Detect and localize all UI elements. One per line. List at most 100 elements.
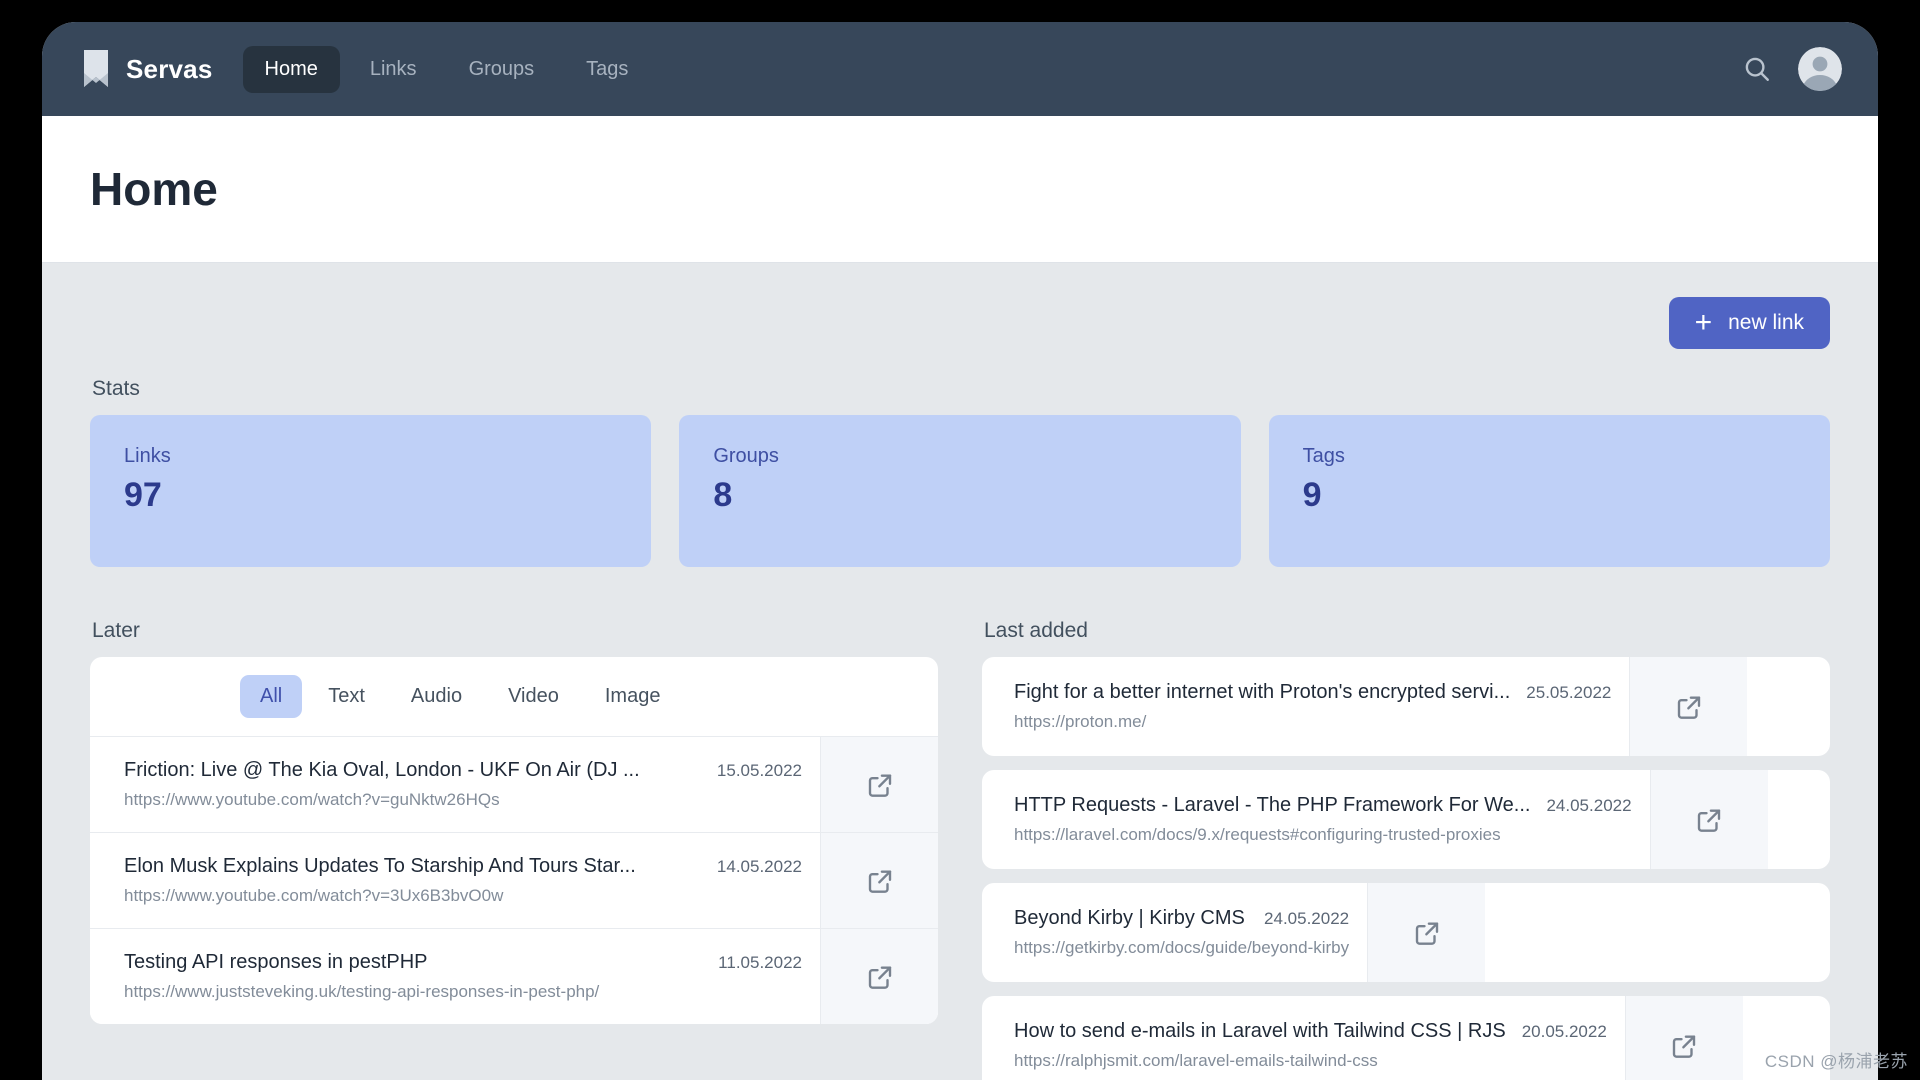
open-external-button[interactable] <box>1367 883 1486 982</box>
stat-label: Groups <box>713 445 779 467</box>
nav-links: Home Links Groups Tags <box>242 45 651 93</box>
tab-text[interactable]: Text <box>308 675 385 718</box>
stat-value: 8 <box>713 476 733 514</box>
list-item-url: https://laravel.com/docs/9.x/requests#co… <box>1014 825 1501 844</box>
open-external-button[interactable] <box>820 929 938 1024</box>
last-added-list: Fight for a better internet with Proton'… <box>982 657 1830 1080</box>
stat-label: Tags <box>1302 445 1345 467</box>
stat-value: 97 <box>124 476 162 514</box>
nav-link-home[interactable]: Home <box>242 45 340 93</box>
stat-card-tags[interactable]: Tags 9 <box>1268 415 1830 567</box>
external-link-icon <box>1412 918 1442 948</box>
last-added-column: Last added Fight for a better internet w… <box>982 591 1830 1080</box>
list-item-title: Testing API responses in pestPHP <box>124 951 428 973</box>
list-item-main: Testing API responses in pestPHP 11.05.2… <box>90 929 820 1024</box>
list-item-date: 15.05.2022 <box>716 761 802 780</box>
stat-label: Links <box>124 445 171 467</box>
list-item-date: 14.05.2022 <box>716 857 802 876</box>
list-item-url: https://www.youtube.com/watch?v=3Ux6B3bv… <box>124 886 504 905</box>
list-item-top: Elon Musk Explains Updates To Starship A… <box>124 855 802 878</box>
bookmark-icon <box>82 49 110 89</box>
open-external-button[interactable] <box>1629 657 1748 756</box>
navbar-actions <box>1742 47 1842 91</box>
list-item-url: https://proton.me/ <box>1014 712 1147 731</box>
list-item-title: Fight for a better internet with Proton'… <box>1014 681 1511 703</box>
open-external-button[interactable] <box>820 737 938 832</box>
list-item-date: 24.05.2022 <box>1546 796 1632 815</box>
new-link-label: new link <box>1728 311 1804 334</box>
list-item-title: Friction: Live @ The Kia Oval, London - … <box>124 759 640 781</box>
list-item-main: Fight for a better internet with Proton'… <box>982 657 1629 756</box>
external-link-icon <box>865 962 895 992</box>
last-added-list-item[interactable]: Fight for a better internet with Proton'… <box>982 657 1830 756</box>
page-header: Home <box>42 116 1878 263</box>
open-external-button[interactable] <box>820 833 938 928</box>
page-title: Home <box>90 163 218 215</box>
list-item-main: Beyond Kirby | Kirby CMS 24.05.2022 http… <box>982 883 1367 982</box>
open-external-button[interactable] <box>1624 996 1743 1080</box>
list-item-title: HTTP Requests - Laravel - The PHP Framew… <box>1014 794 1531 816</box>
nav-link-tags[interactable]: Tags <box>564 46 650 93</box>
external-link-icon <box>1669 1031 1699 1061</box>
list-item-title: Beyond Kirby | Kirby CMS <box>1014 907 1245 929</box>
app-window: Servas Home Links Groups Tags Home + new… <box>42 22 1878 1080</box>
top-navbar: Servas Home Links Groups Tags <box>42 22 1878 116</box>
nav-link-groups[interactable]: Groups <box>447 46 557 93</box>
list-item-top: Beyond Kirby | Kirby CMS 24.05.2022 <box>1014 907 1349 930</box>
list-item-top: Friction: Live @ The Kia Oval, London - … <box>124 759 802 782</box>
list-item-date: 24.05.2022 <box>1264 909 1350 928</box>
last-added-list-item[interactable]: HTTP Requests - Laravel - The PHP Framew… <box>982 770 1830 869</box>
page-content: + new link Stats Links 97 Groups 8 Tags … <box>42 263 1878 1080</box>
later-filter-tabs: All Text Audio Video Image <box>90 657 938 736</box>
later-list-item[interactable]: Elon Musk Explains Updates To Starship A… <box>90 832 938 928</box>
list-item-title: Elon Musk Explains Updates To Starship A… <box>124 855 636 877</box>
tab-image[interactable]: Image <box>585 675 681 718</box>
list-item-main: Elon Musk Explains Updates To Starship A… <box>90 833 820 928</box>
list-item-title: How to send e-mails in Laravel with Tail… <box>1014 1020 1506 1042</box>
nav-link-links[interactable]: Links <box>348 46 439 93</box>
later-section-label: Later <box>92 619 140 642</box>
list-item-main: Friction: Live @ The Kia Oval, London - … <box>90 737 820 832</box>
search-icon[interactable] <box>1742 54 1772 84</box>
list-item-url: https://getkirby.com/docs/guide/beyond-k… <box>1014 938 1350 957</box>
stat-card-links[interactable]: Links 97 <box>90 415 652 567</box>
stats-section-label: Stats <box>92 377 140 400</box>
tab-all[interactable]: All <box>240 675 303 718</box>
list-item-date: 25.05.2022 <box>1526 683 1612 702</box>
stat-card-groups[interactable]: Groups 8 <box>679 415 1241 567</box>
list-item-top: Fight for a better internet with Proton'… <box>1014 681 1611 704</box>
last-added-list-item[interactable]: How to send e-mails in Laravel with Tail… <box>982 996 1830 1080</box>
later-list-item[interactable]: Testing API responses in pestPHP 11.05.2… <box>90 928 938 1024</box>
later-column: Later All Text Audio Video Image Frictio… <box>90 591 938 1080</box>
list-item-url: https://ralphjsmit.com/laravel-emails-ta… <box>1014 1051 1378 1070</box>
tab-video[interactable]: Video <box>488 675 579 718</box>
later-card: All Text Audio Video Image Friction: Liv… <box>90 657 938 1024</box>
list-item-main: How to send e-mails in Laravel with Tail… <box>982 996 1625 1080</box>
lists-columns: Later All Text Audio Video Image Frictio… <box>90 591 1830 1080</box>
list-item-top: Testing API responses in pestPHP 11.05.2… <box>124 951 802 974</box>
external-link-icon <box>865 866 895 896</box>
external-link-icon <box>1694 805 1724 835</box>
external-link-icon <box>1674 692 1704 722</box>
stat-value: 9 <box>1302 476 1322 514</box>
open-external-button[interactable] <box>1649 770 1768 869</box>
list-item-url: https://www.juststeveking.uk/testing-api… <box>124 982 600 1001</box>
last-added-section-label: Last added <box>984 619 1088 642</box>
list-item-main: HTTP Requests - Laravel - The PHP Framew… <box>982 770 1650 869</box>
stats-grid: Links 97 Groups 8 Tags 9 <box>90 415 1830 567</box>
list-item-date: 20.05.2022 <box>1521 1022 1607 1041</box>
user-avatar-icon[interactable] <box>1798 47 1842 91</box>
later-list-item[interactable]: Friction: Live @ The Kia Oval, London - … <box>90 736 938 832</box>
last-added-list-item[interactable]: Beyond Kirby | Kirby CMS 24.05.2022 http… <box>982 883 1830 982</box>
brand-name: Servas <box>126 53 213 84</box>
external-link-icon <box>865 770 895 800</box>
new-link-button[interactable]: + new link <box>1668 297 1830 349</box>
list-item-date: 11.05.2022 <box>718 953 802 972</box>
list-item-top: How to send e-mails in Laravel with Tail… <box>1014 1020 1607 1043</box>
content-toolbar: + new link <box>90 297 1830 349</box>
plus-icon: + <box>1694 306 1713 339</box>
tab-audio[interactable]: Audio <box>391 675 482 718</box>
list-item-url: https://www.youtube.com/watch?v=guNktw26… <box>124 790 500 809</box>
list-item-top: HTTP Requests - Laravel - The PHP Framew… <box>1014 794 1632 817</box>
brand[interactable]: Servas <box>82 49 213 89</box>
